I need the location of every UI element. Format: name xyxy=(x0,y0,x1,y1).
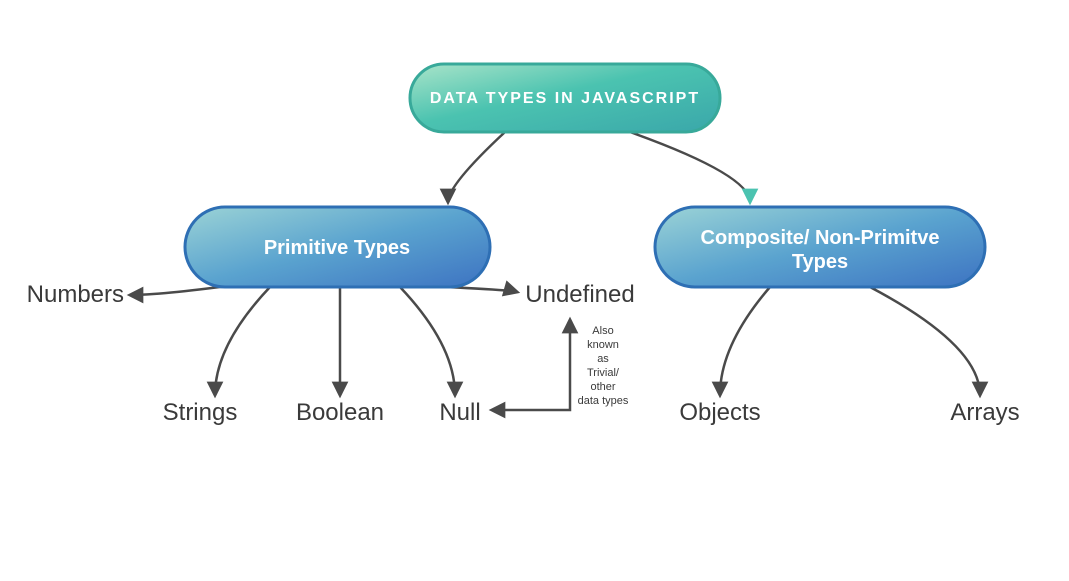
primitive-label: Primitive Types xyxy=(264,237,410,259)
leaf-arrays: Arrays xyxy=(950,399,1019,426)
composite-label-2: Types xyxy=(792,251,848,273)
note-trivial: Also known as Trivial/ other data types xyxy=(578,325,629,407)
note-line5: other xyxy=(590,381,615,393)
composite-label-1: Composite/ Non-Primitve xyxy=(701,227,940,249)
connector-prim-null xyxy=(400,287,455,395)
connector-comp-objects xyxy=(720,287,770,395)
leaf-undefined: Undefined xyxy=(525,281,634,308)
connector-comp-arrays xyxy=(870,287,980,395)
note-line4: Trivial/ xyxy=(587,367,620,379)
diagram-canvas: DATA TYPES IN JAVASCRIPT Primitive Types… xyxy=(0,0,1069,581)
leaf-boolean: Boolean xyxy=(296,399,384,426)
connector-root-primitive xyxy=(448,132,505,202)
leaf-objects: Objects xyxy=(679,399,760,426)
note-line3: as xyxy=(597,353,609,365)
leaf-null: Null xyxy=(439,399,480,426)
note-line1: Also xyxy=(592,325,613,337)
connector-root-composite xyxy=(630,132,750,202)
connector-prim-strings xyxy=(215,287,270,395)
note-line6: data types xyxy=(578,395,629,407)
leaf-numbers: Numbers xyxy=(27,281,124,308)
leaf-strings: Strings xyxy=(163,399,238,426)
connector-note xyxy=(492,320,570,410)
note-line2: known xyxy=(587,339,619,351)
root-label: DATA TYPES IN JAVASCRIPT xyxy=(430,90,700,107)
